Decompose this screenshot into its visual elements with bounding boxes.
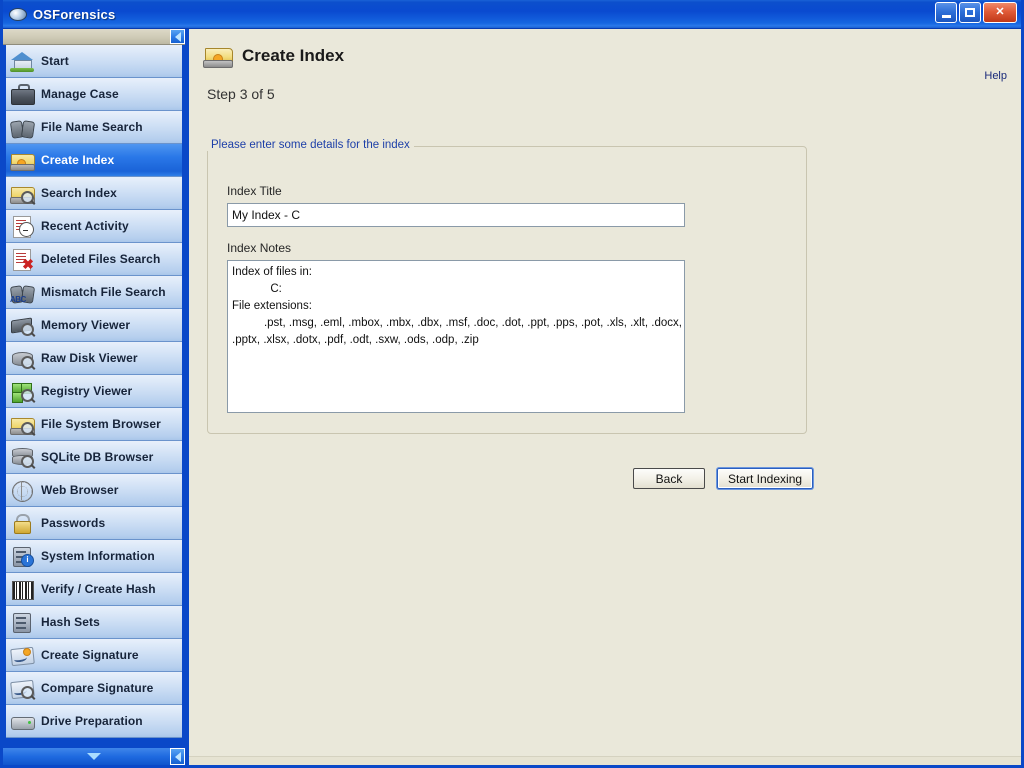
sidebar-item-file-name-search[interactable]: File Name Search [6,111,182,144]
details-group-legend: Please enter some details for the index [207,139,414,151]
sidebar-item-file-system-browser[interactable]: File System Browser [6,408,182,441]
sidebar-item-deleted-files-search[interactable]: ✖ Deleted Files Search [6,243,182,276]
osforensics-disc-icon [9,5,27,23]
database-magnifier-icon [10,445,36,469]
window-title: OSForensics [33,6,116,22]
step-indicator: Step 3 of 5 [207,86,275,102]
sidebar-item-drive-preparation[interactable]: Drive Preparation [6,705,182,738]
page-header: Create Index [189,29,1021,69]
main-pane: Create Index Help Step 3 of 5 Please ent… [187,29,1021,765]
folder-magnifier-icon [10,412,36,436]
hard-drive-icon [10,709,35,733]
sidebar-item-start[interactable]: Start [6,45,182,78]
home-icon [10,49,34,73]
page-title: Create Index [242,46,345,65]
application-window: OSForensics ✕ Start Manage Case File Name … [0,0,1024,768]
index-title-label: Index Title [227,184,282,198]
sidebar-item-label: Manage Case [41,87,119,101]
sidebar-item-raw-disk-viewer[interactable]: Raw Disk Viewer [6,342,182,375]
folder-magnifier-icon [10,181,36,205]
title-bar: OSForensics ✕ [3,0,1021,29]
sidebar-item-label: Deleted Files Search [41,252,161,266]
registry-blocks-magnifier-icon [10,379,36,403]
signature-magnifier-icon [10,676,36,700]
sidebar: Start Manage Case File Name Search Create I… [3,29,187,765]
binoculars-abc-icon: ABC [9,280,36,304]
window-controls: ✕ [935,2,1017,23]
main-content: Create Index Help Step 3 of 5 Please ent… [189,29,1021,757]
sidebar-item-label: Memory Viewer [41,318,131,332]
sidebar-item-system-information[interactable]: i System Information [6,540,182,573]
padlock-icon [10,511,34,535]
sidebar-item-label: Mismatch File Search [41,285,166,299]
sidebar-item-label: Registry Viewer [41,384,133,398]
sidebar-item-label: Raw Disk Viewer [41,351,138,365]
sidebar-item-registry-viewer[interactable]: Registry Viewer [6,375,182,408]
briefcase-icon [10,82,35,106]
disk-magnifier-icon [10,346,36,370]
sidebar-item-create-index[interactable]: Create Index [6,144,182,177]
sidebar-item-mismatch-file-search[interactable]: ABC Mismatch File Search [6,276,182,309]
sidebar-collapse-tab-bottom[interactable] [170,748,185,765]
sidebar-item-label: Passwords [41,516,106,530]
index-notes-label: Index Notes [227,241,292,255]
sidebar-item-hash-sets[interactable]: Hash Sets [6,606,182,639]
chevron-left-icon [174,31,181,42]
server-info-icon: i [10,544,34,568]
server-stack-icon [10,610,34,634]
sidebar-item-label: Start [41,54,69,68]
sidebar-item-recent-activity[interactable]: Recent Activity [6,210,182,243]
sidebar-item-label: Verify / Create Hash [41,582,156,596]
sidebar-item-label: File Name Search [41,120,143,134]
folder-star-icon [10,148,35,172]
barcode-icon [10,577,34,601]
binoculars-icon [9,115,36,139]
document-red-x-icon: ✖ [10,247,34,271]
start-indexing-button[interactable]: Start Indexing [717,468,814,489]
sidebar-item-label: System Information [41,549,155,563]
sidebar-item-verify-create-hash[interactable]: Verify / Create Hash [6,573,182,606]
sidebar-item-label: SQLite DB Browser [41,450,154,464]
sidebar-item-label: Search Index [41,186,117,200]
sidebar-item-label: Compare Signature [41,681,154,695]
window-body: Start Manage Case File Name Search Create I… [3,29,1021,765]
sidebar-item-sqlite-db-browser[interactable]: SQLite DB Browser [6,441,182,474]
sidebar-item-label: Drive Preparation [41,714,143,728]
sidebar-item-label: Hash Sets [41,615,100,629]
help-link[interactable]: Help [984,70,1007,82]
sidebar-collapse-tab-top[interactable] [170,29,185,44]
sidebar-nav-list: Start Manage Case File Name Search Create I… [3,45,185,748]
close-icon: ✕ [995,6,1005,18]
sidebar-item-label: Web Browser [41,483,119,497]
web-globe-icon [10,478,34,502]
maximize-button[interactable] [959,2,981,23]
clock-document-icon [10,214,34,238]
sidebar-item-label: Create Index [41,153,115,167]
chevron-left-icon [174,751,181,762]
close-button[interactable]: ✕ [983,2,1017,23]
folder-star-icon [203,43,233,69]
signature-star-icon [10,643,35,667]
sidebar-item-search-index[interactable]: Search Index [6,177,182,210]
sidebar-scroll-down-bar[interactable] [3,748,185,765]
chevron-down-icon[interactable] [87,753,101,760]
sidebar-item-passwords[interactable]: Passwords [6,507,182,540]
index-notes-textarea[interactable]: Index of files in: C: File extensions: .… [227,260,685,413]
main-bottom-strip [189,756,1021,765]
sidebar-item-compare-signature[interactable]: Compare Signature [6,672,182,705]
sidebar-item-label: Create Signature [41,648,139,662]
back-button[interactable]: Back [633,468,705,489]
sidebar-item-memory-viewer[interactable]: Memory Viewer [6,309,182,342]
memory-chip-magnifier-icon [10,313,36,337]
minimize-button[interactable] [935,2,957,23]
sidebar-scroll-up-bar[interactable] [3,29,185,45]
sidebar-item-label: File System Browser [41,417,161,431]
index-title-input[interactable] [227,203,685,227]
sidebar-item-web-browser[interactable]: Web Browser [6,474,182,507]
sidebar-item-create-signature[interactable]: Create Signature [6,639,182,672]
sidebar-item-label: Recent Activity [41,219,129,233]
wizard-button-row: Back Start Indexing [633,468,814,489]
sidebar-item-manage-case[interactable]: Manage Case [6,78,182,111]
